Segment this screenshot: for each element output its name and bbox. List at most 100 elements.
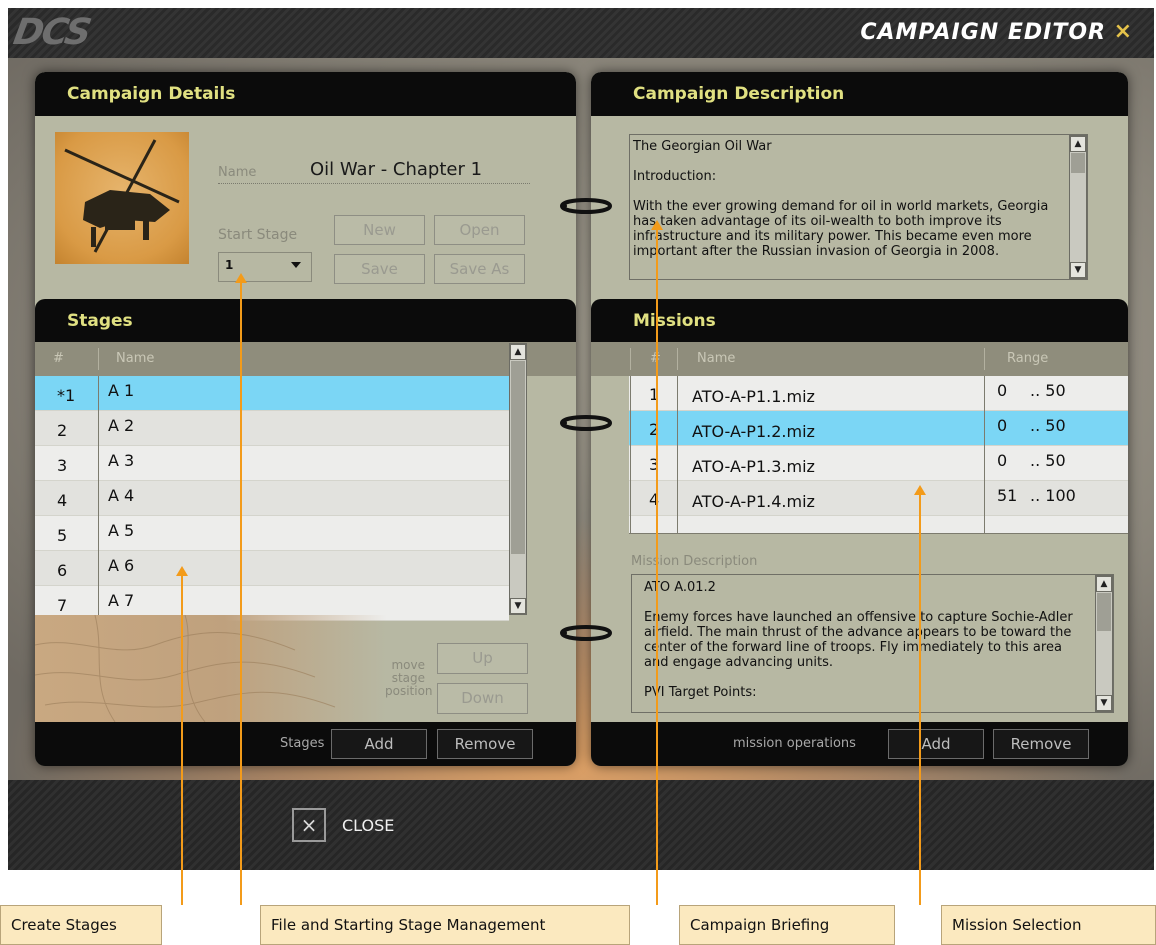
window-close-icon[interactable]: × (1114, 19, 1132, 44)
mission-description-points: PVI Target Points: (644, 685, 757, 700)
save-as-button[interactable]: Save As (434, 254, 525, 284)
missions-col-name: Name (697, 351, 736, 366)
missions-header: Missions (591, 299, 1128, 343)
table-row[interactable]: 5 A 5 (35, 516, 509, 551)
table-row[interactable]: 3 A 3 (35, 446, 509, 481)
scroll-down-icon[interactable]: ▼ (510, 598, 526, 614)
callout-arrow-icon (914, 485, 926, 495)
add-mission-button[interactable]: Add (888, 729, 984, 759)
description-title: The Georgian Oil War (633, 139, 772, 154)
name-label: Name (218, 165, 257, 180)
mission-range-max: .. 50 (1030, 416, 1066, 435)
scroll-thumb[interactable] (1097, 593, 1111, 631)
callout-campaign-briefing: Campaign Briefing (679, 905, 895, 945)
stage-number: 5 (57, 526, 68, 545)
missions-footer-label: mission operations (733, 736, 856, 751)
mission-range-min: 0 (997, 416, 1008, 435)
table-row[interactable]: 4 ATO-A-P1.4.miz 51.. 100 (629, 481, 1128, 516)
missions-column-divider (984, 376, 985, 534)
add-stage-button[interactable]: Add (331, 729, 427, 759)
mission-range-max: .. 50 (1030, 451, 1066, 470)
scroll-thumb[interactable] (511, 361, 525, 554)
scroll-down-icon[interactable]: ▼ (1070, 262, 1086, 278)
mission-description-text[interactable]: ATO A.01.2 Enemy forces have launched an… (631, 574, 1114, 713)
stages-footer: Stages Add Remove (35, 722, 576, 766)
description-body: With the ever growing demand for oil in … (633, 199, 1049, 259)
stage-number: *1 (57, 386, 76, 405)
remove-stage-button[interactable]: Remove (437, 729, 533, 759)
binder-ring-icon (560, 415, 613, 431)
callout-line (240, 281, 242, 905)
mission-description-scrollbar[interactable]: ▲ ▼ (1095, 575, 1113, 712)
callout-file-management: File and Starting Stage Management (260, 905, 630, 945)
start-stage-value: 1 (225, 258, 234, 272)
table-row[interactable]: 6 A 6 (35, 551, 509, 586)
table-row[interactable]: *1 A 1 (35, 376, 509, 411)
save-button[interactable]: Save (334, 254, 425, 284)
scroll-up-icon[interactable]: ▲ (1070, 136, 1086, 152)
scroll-down-icon[interactable]: ▼ (1096, 695, 1112, 711)
description-intro: Introduction: (633, 169, 717, 184)
start-stage-select[interactable]: 1 (218, 252, 312, 282)
callout-arrow-icon (176, 566, 188, 576)
campaign-name-field[interactable]: Oil War - Chapter 1 (310, 159, 482, 180)
table-row[interactable]: 4 A 4 (35, 481, 509, 516)
stage-name: A 4 (108, 486, 135, 505)
mission-range-min: 0 (997, 451, 1008, 470)
stages-col-num: # (53, 351, 64, 366)
missions-empty-row (629, 516, 1128, 534)
scroll-up-icon[interactable]: ▲ (1096, 576, 1112, 592)
stages-scrollbar[interactable]: ▲ ▼ (509, 343, 527, 615)
mission-range-min: 51 (997, 486, 1018, 505)
remove-mission-button[interactable]: Remove (993, 729, 1089, 759)
table-row[interactable]: 2 A 2 (35, 411, 509, 446)
stage-number: 3 (57, 456, 68, 475)
bottom-bar (8, 780, 1154, 870)
campaign-details-header: Campaign Details (35, 72, 576, 116)
mission-range-min: 0 (997, 381, 1008, 400)
mission-description-label: Mission Description (631, 554, 758, 569)
campaign-image (55, 132, 189, 264)
callout-arrow-icon (235, 273, 247, 283)
close-label: CLOSE (342, 815, 395, 835)
scroll-thumb[interactable] (1071, 153, 1085, 173)
campaign-editor-window: DCS CAMPAIGN EDITOR × Campaign Details N… (8, 8, 1154, 870)
callout-line (656, 228, 658, 905)
scroll-up-icon[interactable]: ▲ (510, 344, 526, 360)
table-row[interactable]: 2 ATO-A-P1.2.miz 0.. 50 (629, 411, 1128, 446)
campaign-details-title: Campaign Details (67, 84, 236, 104)
mission-name: ATO-A-P1.1.miz (692, 387, 815, 406)
down-button[interactable]: Down (437, 683, 528, 714)
up-button[interactable]: Up (437, 643, 528, 674)
missions-column-divider (630, 376, 631, 534)
missions-footer: mission operations Add Remove (591, 722, 1128, 766)
campaign-description-header: Campaign Description (591, 72, 1128, 116)
mission-range-max: .. 100 (1030, 486, 1076, 505)
missions-table-header: # Name Range (591, 342, 1128, 376)
stage-name: A 1 (108, 381, 135, 400)
missions-column-divider (677, 376, 678, 534)
open-button[interactable]: Open (434, 215, 525, 245)
description-scrollbar[interactable]: ▲ ▼ (1069, 135, 1087, 279)
right-panel: Campaign Description The Georgian Oil Wa… (591, 72, 1128, 766)
column-divider (98, 348, 99, 370)
campaign-description-text[interactable]: The Georgian Oil War Introduction: With … (629, 134, 1088, 280)
stages-col-name: Name (116, 351, 155, 366)
table-row[interactable]: 1 ATO-A-P1.1.miz 0.. 50 (629, 376, 1128, 411)
campaign-description-title: Campaign Description (633, 84, 845, 104)
close-button[interactable]: × CLOSE (292, 808, 394, 842)
callout-line (181, 574, 183, 905)
move-stage-position-label: move stage position (385, 658, 433, 698)
name-underline (218, 183, 530, 184)
missions-col-range: Range (1007, 351, 1049, 366)
new-button[interactable]: New (334, 215, 425, 245)
stages-column-divider (98, 376, 99, 618)
title-bar: DCS CAMPAIGN EDITOR × (8, 8, 1154, 58)
stage-name: A 7 (108, 591, 135, 610)
column-divider (677, 348, 678, 370)
table-row[interactable]: 3 ATO-A-P1.3.miz 0.. 50 (629, 446, 1128, 481)
mission-description-title: ATO A.01.2 (644, 580, 716, 595)
mission-range-max: .. 50 (1030, 381, 1066, 400)
stage-number: 2 (57, 421, 68, 440)
close-icon: × (292, 808, 326, 842)
